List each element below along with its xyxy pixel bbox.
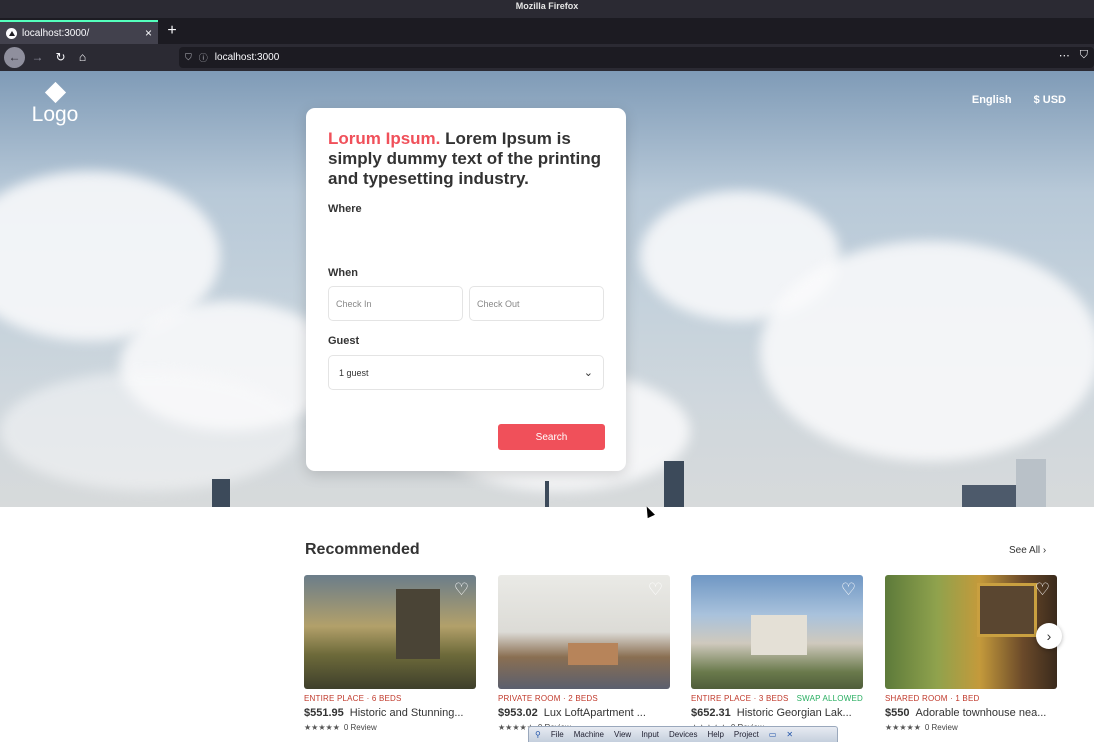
close-icon[interactable]: ✕: [786, 730, 793, 739]
vm-menu-machine[interactable]: Machine: [574, 730, 604, 739]
info-icon: ⓘ: [198, 53, 208, 63]
minimize-icon[interactable]: ▭: [769, 730, 777, 739]
cloud-decoration: [0, 371, 300, 491]
listing-card[interactable]: ♡ SHARED ROOM · 1 BED $550 Adorable townh…: [885, 575, 1057, 732]
logo[interactable]: Logo: [28, 81, 82, 126]
listing-price: $550: [885, 707, 910, 719]
guest-label: Guest: [328, 335, 360, 347]
listing-card[interactable]: ♡ PRIVATE ROOM · 2 BEDS $953.02 Lux LoftA…: [498, 575, 670, 732]
url-text: localhost:3000: [214, 52, 280, 63]
pocket-icon[interactable]: ⛉: [1080, 49, 1088, 62]
church-image: [751, 615, 807, 655]
search-headline: Lorum Ipsum. Lorem Ipsum is simply dummy…: [328, 129, 604, 189]
logo-diamond-icon: [44, 81, 66, 104]
window-title: Mozilla Firefox: [515, 1, 579, 11]
listing-price: $953.02: [498, 707, 538, 719]
check-out-input[interactable]: Check Out: [469, 286, 604, 321]
where-input[interactable]: [328, 217, 604, 251]
rating-stars-icon: ★★★★★: [885, 723, 921, 732]
listing-name: Historic Georgian Lak...: [736, 707, 852, 719]
navigation-bar: ← → ↻ ⌂ ⛉ ⓘ localhost:3000 ⋯ ⛉: [0, 44, 1094, 71]
castle-image: [396, 589, 440, 659]
listing-name: Historic and Stunning...: [349, 707, 464, 719]
carousel-next-button[interactable]: ›: [1036, 623, 1062, 649]
headline-accent: Lorum Ipsum.: [328, 129, 441, 148]
guest-value: 1 guest: [339, 367, 369, 378]
building-silhouette: [1016, 459, 1046, 507]
close-tab-icon[interactable]: ×: [145, 26, 152, 40]
tab-strip: localhost:3000/ × +: [0, 18, 1094, 44]
back-button[interactable]: ←: [4, 47, 25, 68]
listing-price: $551.95: [304, 707, 344, 719]
vm-menu-devices[interactable]: Devices: [669, 730, 697, 739]
see-all-link[interactable]: See All ›: [1009, 545, 1046, 556]
vm-toolbar: ⚲ File Machine View Input Devices Help P…: [528, 726, 838, 742]
heart-icon[interactable]: ♡: [839, 580, 858, 599]
vm-menu-project[interactable]: Project: [734, 730, 759, 739]
listing-price: $652.31: [691, 707, 731, 719]
search-card: Lorum Ipsum. Lorem Ipsum is simply dummy…: [306, 108, 626, 471]
cloud-decoration: [760, 241, 1094, 461]
listing-photo[interactable]: ♡: [691, 575, 863, 689]
listing-type: ENTIRE PLACE · 6 BEDS: [304, 694, 402, 703]
heart-icon[interactable]: ♡: [452, 580, 471, 599]
home-button[interactable]: ⌂: [72, 47, 93, 68]
shield-icon: ⛉: [185, 52, 192, 62]
reload-button[interactable]: ↻: [50, 47, 71, 68]
browser-tab[interactable]: localhost:3000/ ×: [0, 20, 158, 44]
vm-menu-input[interactable]: Input: [641, 730, 659, 739]
listing-photo[interactable]: ♡: [304, 575, 476, 689]
framed-painting-image: [977, 583, 1037, 637]
favicon-icon: [6, 27, 17, 39]
listing-type: ENTIRE PLACE · 3 BEDS: [691, 694, 789, 703]
chevron-down-icon: ⌄: [583, 367, 593, 379]
guest-select[interactable]: 1 guest ⌄: [328, 355, 604, 390]
listing-photo[interactable]: ♡: [498, 575, 670, 689]
page-actions-icon[interactable]: ⋯: [1059, 49, 1070, 62]
where-label: Where: [328, 203, 362, 215]
review-count: 0 Review: [924, 723, 958, 732]
interior-image: [568, 643, 618, 665]
listing-photo[interactable]: ♡: [885, 575, 1057, 689]
check-in-input[interactable]: Check In: [328, 286, 463, 321]
language-selector[interactable]: English: [972, 94, 1012, 106]
listing-name: Adorable townhouse nea...: [915, 707, 1047, 719]
os-title-bar: Mozilla Firefox: [0, 0, 1094, 18]
rating-stars-icon: ★★★★★: [304, 723, 340, 732]
listing-card[interactable]: ♡ ENTIRE PLACE · 3 BEDS SWAP ALLOWED $652…: [691, 575, 863, 732]
listing-type: SHARED ROOM · 1 BED: [885, 694, 980, 703]
tab-title: localhost:3000/: [22, 27, 90, 39]
tower-silhouette: [664, 461, 684, 507]
vm-menu-file[interactable]: File: [551, 730, 564, 739]
review-count: 0 Review: [343, 723, 377, 732]
url-bar[interactable]: ⛉ ⓘ localhost:3000: [179, 47, 1094, 68]
search-button[interactable]: Search: [498, 424, 605, 450]
listing-name: Lux LoftApartment ...: [543, 707, 646, 719]
forward-button[interactable]: →: [27, 47, 48, 68]
listing-type: PRIVATE ROOM · 2 BEDS: [498, 694, 598, 703]
recommended-title: Recommended: [305, 541, 420, 558]
when-label: When: [328, 267, 358, 279]
logo-text: Logo: [31, 103, 79, 126]
swap-badge: SWAP ALLOWED: [796, 694, 863, 703]
heart-icon[interactable]: ♡: [646, 580, 665, 599]
vm-menu-view[interactable]: View: [614, 730, 631, 739]
currency-selector[interactable]: $ USD: [1034, 94, 1066, 106]
spire-silhouette: [545, 481, 549, 507]
vm-menu-help[interactable]: Help: [707, 730, 723, 739]
tower-silhouette: [212, 479, 230, 507]
new-tab-button[interactable]: +: [163, 22, 181, 40]
heart-icon[interactable]: ♡: [1033, 580, 1052, 599]
hero-section: Logo English $ USD Lorum Ipsum. Lorem Ip…: [0, 71, 1094, 507]
pin-icon[interactable]: ⚲: [535, 730, 541, 739]
listing-card[interactable]: ♡ ENTIRE PLACE · 6 BEDS $551.95 Historic …: [304, 575, 476, 732]
